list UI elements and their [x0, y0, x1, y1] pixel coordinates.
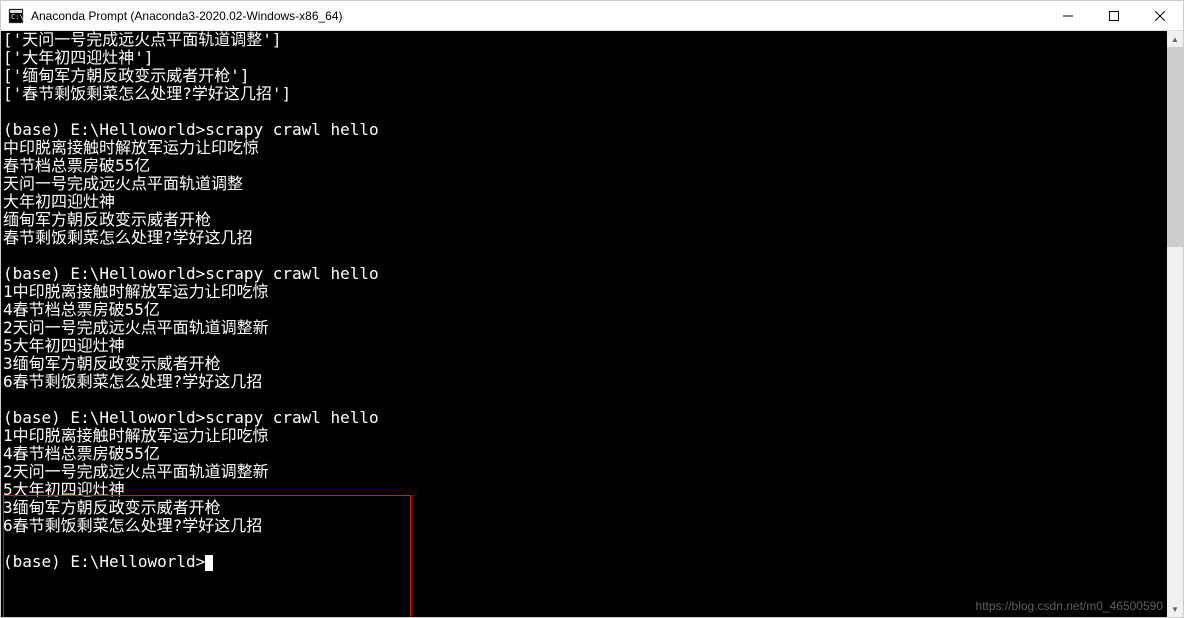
terminal-line: [3, 103, 1165, 121]
terminal-line: (base) E:\Helloworld>scrapy crawl hello: [3, 265, 1165, 283]
terminal-line: 天问一号完成远火点平面轨道调整: [3, 175, 1165, 193]
terminal-line: 6春节剩饭剩菜怎么处理?学好这几招: [3, 373, 1165, 391]
terminal-content[interactable]: ['天问一号完成远火点平面轨道调整']['大年初四迎灶神']['缅甸军方朝反政变…: [1, 31, 1167, 617]
minimize-button[interactable]: [1045, 1, 1091, 30]
terminal-line: 3缅甸军方朝反政变示威者开枪: [3, 499, 1165, 517]
terminal-line: ['大年初四迎灶神']: [3, 49, 1165, 67]
terminal-line: [3, 247, 1165, 265]
terminal-line: 6春节剩饭剩菜怎么处理?学好这几招: [3, 517, 1165, 535]
terminal-line: 2天问一号完成远火点平面轨道调整新: [3, 319, 1165, 337]
terminal-line: 3缅甸军方朝反政变示威者开枪: [3, 355, 1165, 373]
window-frame: C:\ Anaconda Prompt (Anaconda3-2020.02-W…: [0, 0, 1184, 618]
maximize-button[interactable]: [1091, 1, 1137, 30]
terminal-cursor: [205, 555, 213, 571]
watermark-text: https://blog.csdn.net/m0_46500590: [976, 599, 1163, 613]
terminal-line: 缅甸军方朝反政变示威者开枪: [3, 211, 1165, 229]
scrollbar-down-button[interactable]: ▼: [1167, 601, 1183, 617]
terminal-line: [3, 391, 1165, 409]
titlebar[interactable]: C:\ Anaconda Prompt (Anaconda3-2020.02-W…: [1, 1, 1183, 31]
app-icon: C:\: [8, 8, 24, 24]
terminal-line: [3, 535, 1165, 553]
svg-text:C:\: C:\: [11, 13, 24, 21]
terminal-line: ['春节剩饭剩菜怎么处理?学好这几招']: [3, 85, 1165, 103]
terminal-line: 4春节档总票房破55亿: [3, 301, 1165, 319]
window-controls: [1045, 1, 1183, 30]
scrollbar-thumb[interactable]: [1167, 47, 1183, 247]
terminal-line: ['天问一号完成远火点平面轨道调整']: [3, 31, 1165, 49]
window-title: Anaconda Prompt (Anaconda3-2020.02-Windo…: [31, 9, 1045, 23]
vertical-scrollbar[interactable]: ▲ ▼: [1167, 31, 1183, 617]
scrollbar-up-button[interactable]: ▲: [1167, 31, 1183, 47]
terminal-line: 春节剩饭剩菜怎么处理?学好这几招: [3, 229, 1165, 247]
terminal-line: 5大年初四迎灶神: [3, 337, 1165, 355]
terminal-line: 2天问一号完成远火点平面轨道调整新: [3, 463, 1165, 481]
terminal-line: 春节档总票房破55亿: [3, 157, 1165, 175]
terminal-line: 5大年初四迎灶神: [3, 481, 1165, 499]
terminal-line: (base) E:\Helloworld>: [3, 553, 1165, 571]
terminal-line: 1中印脱离接触时解放军运力让印吃惊: [3, 283, 1165, 301]
terminal-line: 4春节档总票房破55亿: [3, 445, 1165, 463]
terminal-line: 中印脱离接触时解放军运力让印吃惊: [3, 139, 1165, 157]
terminal-line: 1中印脱离接触时解放军运力让印吃惊: [3, 427, 1165, 445]
terminal-line: ['缅甸军方朝反政变示威者开枪']: [3, 67, 1165, 85]
close-button[interactable]: [1137, 1, 1183, 30]
terminal-area[interactable]: ['天问一号完成远火点平面轨道调整']['大年初四迎灶神']['缅甸军方朝反政变…: [1, 31, 1183, 617]
terminal-line: (base) E:\Helloworld>scrapy crawl hello: [3, 409, 1165, 427]
terminal-line: 大年初四迎灶神: [3, 193, 1165, 211]
terminal-line: (base) E:\Helloworld>scrapy crawl hello: [3, 121, 1165, 139]
